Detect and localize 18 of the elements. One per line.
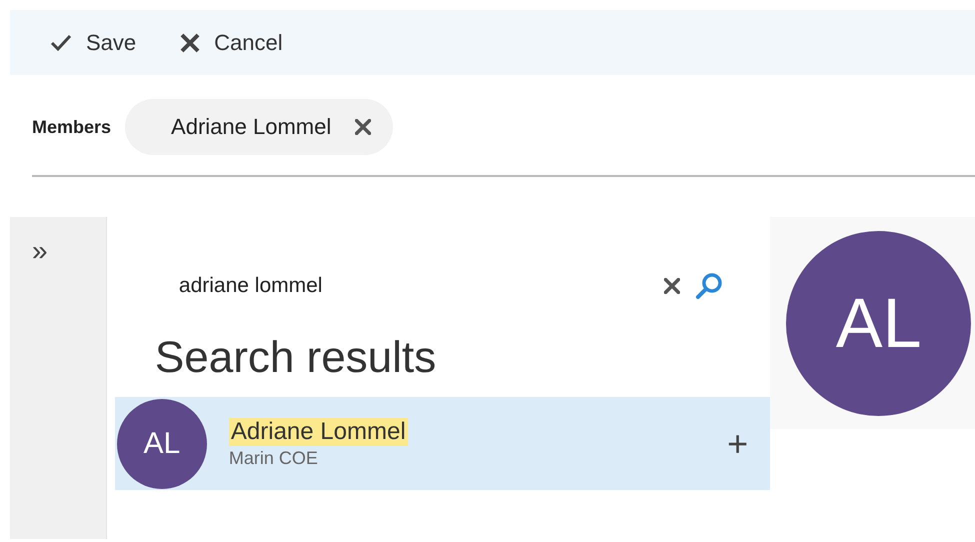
close-icon (180, 32, 200, 52)
search-field[interactable]: adriane lommel (176, 273, 664, 299)
add-button[interactable]: + (727, 426, 748, 462)
clear-icon[interactable] (664, 278, 680, 294)
save-button[interactable]: Save (50, 30, 136, 56)
members-label: Members (32, 116, 112, 138)
results-heading: Search results (154, 333, 438, 383)
result-detail: Marin COE (228, 448, 319, 469)
expand-button[interactable]: » (32, 237, 48, 265)
result-name: Adriane Lommel (228, 418, 408, 446)
cancel-button[interactable]: Cancel (180, 30, 283, 56)
profile-avatar: AL (786, 230, 972, 416)
checkmark-icon (50, 34, 72, 52)
avatar: AL (116, 398, 207, 488)
result-row[interactable]: AL Adriane Lommel Marin COE + (114, 397, 770, 490)
remove-icon[interactable] (355, 119, 372, 135)
member-name: Adriane Lommel (171, 114, 332, 140)
search-icon[interactable] (694, 271, 724, 301)
